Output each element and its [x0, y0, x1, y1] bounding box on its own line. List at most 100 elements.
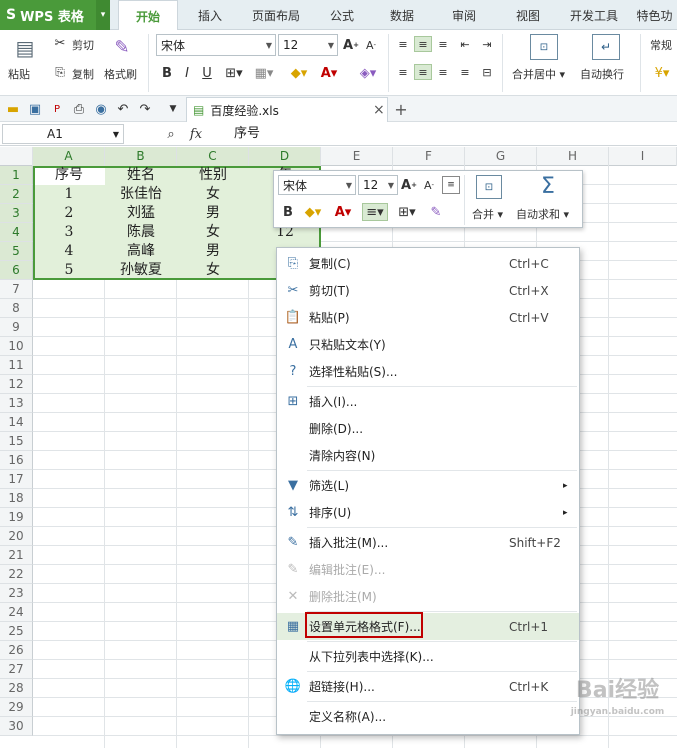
copy-icon[interactable]: ⎘	[52, 64, 68, 80]
row-header[interactable]: 19	[0, 508, 33, 527]
new-tab-icon[interactable]: +	[392, 100, 410, 119]
zoom-formula-icon[interactable]: ⌕	[162, 125, 180, 143]
align-right-icon[interactable]: ≡	[434, 64, 452, 80]
select-all-corner[interactable]	[0, 147, 33, 166]
tab-special[interactable]: 特色功	[632, 0, 677, 30]
formula-input[interactable]: 序号	[226, 124, 676, 144]
row-header[interactable]: 24	[0, 603, 33, 622]
menu-item-7[interactable]: 删除(D)...	[277, 415, 579, 442]
menu-item-15[interactable]: 从下拉列表中选择(K)...	[277, 643, 579, 670]
header-cell[interactable]: 姓名	[105, 166, 177, 185]
menu-item-9[interactable]: ▼ 筛选(L) ▸	[277, 472, 579, 499]
align-bottom-icon[interactable]: ≡	[434, 36, 452, 52]
italic-button[interactable]: I	[178, 64, 196, 82]
menu-item-16[interactable]: 🌐 超链接(H)... Ctrl+K	[277, 673, 579, 700]
row-header[interactable]: 17	[0, 470, 33, 489]
format-painter-icon[interactable]: ✎	[108, 34, 136, 60]
column-header[interactable]: F	[393, 147, 465, 166]
column-header[interactable]: G	[465, 147, 537, 166]
indent-icon[interactable]: ⇤	[456, 36, 474, 52]
table-cell[interactable]: 女	[177, 223, 249, 242]
table-cell[interactable]: 张佳怡	[105, 185, 177, 204]
align-left-icon[interactable]: ≡	[394, 64, 412, 80]
column-header[interactable]: D	[249, 147, 321, 166]
column-header[interactable]: A	[33, 147, 105, 166]
row-header[interactable]: 8	[0, 299, 33, 318]
customize-toolbar-icon[interactable]: ▼	[166, 100, 180, 118]
menu-item-17[interactable]: 定义名称(A)...	[277, 703, 579, 730]
menu-item-13[interactable]: ✕ 删除批注(M)	[277, 583, 579, 610]
autosum-button[interactable]: 自动求和 ▾	[516, 206, 569, 222]
menu-item-11[interactable]: ✎ 插入批注(M)... Shift+F2	[277, 529, 579, 556]
tab-page-layout[interactable]: 页面布局	[244, 0, 308, 30]
column-header[interactable]: B	[105, 147, 177, 166]
table-cell[interactable]: 高峰	[105, 242, 177, 261]
column-header[interactable]: E	[321, 147, 393, 166]
cut-button[interactable]: 剪切	[72, 37, 94, 53]
save-icon[interactable]: ▣	[26, 100, 44, 118]
font-color-icon[interactable]: A▾	[316, 64, 342, 82]
menu-item-5[interactable]: ? 选择性粘贴(S)...	[277, 358, 579, 385]
mini-bold-button[interactable]: B	[280, 203, 296, 221]
wrap-text-icon[interactable]: ↵	[592, 34, 620, 60]
fill-pattern-icon[interactable]: ▦▾	[252, 64, 276, 82]
document-tab[interactable]: ▤ 百度经验.xls ×	[186, 97, 388, 122]
merge-button[interactable]: 合并 ▾	[472, 206, 503, 222]
row-header[interactable]: 11	[0, 356, 33, 375]
tab-formulas[interactable]: 公式	[316, 0, 368, 30]
menu-item-6[interactable]: ⊞ 插入(I)...	[277, 388, 579, 415]
row-header[interactable]: 22	[0, 565, 33, 584]
row-header[interactable]: 15	[0, 432, 33, 451]
row-header[interactable]: 21	[0, 546, 33, 565]
row-header[interactable]: 18	[0, 489, 33, 508]
currency-icon[interactable]: ¥▾	[650, 64, 674, 82]
borders-icon[interactable]: ⊞▾	[394, 203, 420, 221]
borders-icon[interactable]: ⊞▾	[222, 64, 246, 82]
column-header[interactable]: C	[177, 147, 249, 166]
wrap-text-button[interactable]: 自动换行	[580, 66, 624, 82]
tab-view[interactable]: 视图	[500, 0, 556, 30]
table-cell[interactable]: 刘猛	[105, 204, 177, 223]
row-header[interactable]: 10	[0, 337, 33, 356]
outdent-icon[interactable]: ⇥	[478, 36, 496, 52]
open-folder-icon[interactable]: ▬	[4, 100, 22, 118]
table-cell[interactable]: 男	[177, 204, 249, 223]
font-size-select[interactable]: 12 ▼	[278, 34, 338, 56]
header-cell[interactable]: 序号	[33, 166, 105, 185]
align-top-icon[interactable]: ≡	[394, 36, 412, 52]
font-shrink-icon[interactable]: A-	[362, 36, 380, 54]
menu-item-1[interactable]: ⎘ 复制(C) Ctrl+C	[277, 250, 579, 277]
tab-developer[interactable]: 开发工具	[562, 0, 626, 30]
tab-home[interactable]: 开始	[118, 0, 178, 31]
autosum-icon[interactable]: Σ	[536, 173, 560, 199]
row-header[interactable]: 9	[0, 318, 33, 337]
table-cell[interactable]: 2	[33, 204, 105, 223]
row-header[interactable]: 16	[0, 451, 33, 470]
merge-icon[interactable]: ⊡	[476, 175, 502, 199]
row-header[interactable]: 5	[0, 242, 33, 261]
tab-data[interactable]: 数据	[376, 0, 428, 30]
row-header[interactable]: 1	[0, 166, 33, 185]
column-header[interactable]: I	[609, 147, 677, 166]
row-header[interactable]: 13	[0, 394, 33, 413]
menu-item-10[interactable]: ⇅ 排序(U) ▸	[277, 499, 579, 526]
align-middle-icon[interactable]: ≡	[414, 36, 432, 52]
paste-icon[interactable]: ▤	[10, 34, 40, 62]
table-cell[interactable]: 男	[177, 242, 249, 261]
row-header[interactable]: 7	[0, 280, 33, 299]
format-painter-button[interactable]: 格式刷	[104, 66, 137, 82]
table-cell[interactable]: 5	[33, 261, 105, 280]
insert-function-button[interactable]: fx	[186, 125, 206, 143]
row-header[interactable]: 12	[0, 375, 33, 394]
font-shrink-icon[interactable]: A-	[420, 176, 438, 194]
align-center-icon[interactable]: ≡▾	[362, 203, 388, 221]
merge-center-icon[interactable]: ⊡	[530, 34, 558, 60]
redo-icon[interactable]: ↷	[136, 100, 154, 118]
table-cell[interactable]: 女	[177, 185, 249, 204]
fill-color-icon[interactable]: ◆▾	[300, 203, 326, 221]
app-logo-button[interactable]: S WPS 表格 ▾	[0, 0, 110, 30]
font-color-icon[interactable]: A▾	[330, 203, 356, 221]
format-painter-icon[interactable]: ✎	[426, 203, 446, 221]
table-cell[interactable]: 1	[33, 185, 105, 204]
menu-item-2[interactable]: ✂ 剪切(T) Ctrl+X	[277, 277, 579, 304]
